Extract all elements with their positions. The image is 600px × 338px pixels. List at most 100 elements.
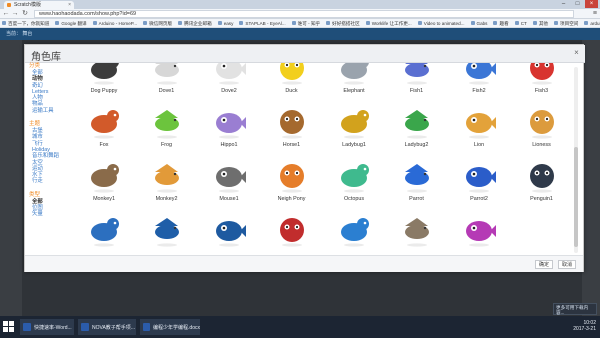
bookmark-item[interactable]: 百度一下，你就知道 bbox=[2, 19, 49, 27]
reload-icon[interactable]: ↻ bbox=[21, 10, 29, 18]
sprite-label: Ladybug1 bbox=[342, 142, 366, 148]
bookmark-icon bbox=[326, 21, 331, 25]
sprite-tile[interactable]: Mouse1 bbox=[198, 157, 260, 207]
sprite-tile[interactable]: Lion bbox=[448, 103, 510, 153]
sprite-thumbnail bbox=[150, 158, 184, 194]
sprite-tile[interactable]: Fish2 bbox=[448, 63, 510, 99]
sprite-tile[interactable]: Monkey1 bbox=[73, 157, 135, 207]
sprite-thumbnail bbox=[275, 63, 309, 86]
category-item[interactable]: 运输工具 bbox=[29, 108, 54, 114]
bookmark-item[interactable]: 其他 bbox=[532, 19, 548, 27]
sprite-thumbnail bbox=[337, 104, 371, 140]
window-close-icon[interactable]: × bbox=[585, 0, 598, 8]
bookmark-label: Arduino - HomeP... bbox=[98, 20, 138, 26]
bookmark-item[interactable]: Worklife 让工作更... bbox=[365, 19, 412, 27]
download-notification[interactable]: 更多可用下载内容... bbox=[553, 303, 597, 315]
sprite-tile[interactable]: Hippo1 bbox=[198, 103, 260, 153]
bookmark-item[interactable]: arduino bbox=[584, 19, 600, 27]
sprite-grid-scrollbar[interactable] bbox=[574, 67, 578, 253]
sprite-tile[interactable] bbox=[198, 211, 260, 255]
sprite-tile[interactable]: Neigh Pony bbox=[261, 157, 323, 207]
bookmark-item[interactable]: Video to animated... bbox=[417, 19, 465, 27]
sprite-tile[interactable]: Dog Puppy bbox=[73, 63, 135, 99]
sprite-thumbnail bbox=[462, 63, 496, 86]
browser-menu-icon[interactable]: ≡ bbox=[593, 10, 597, 18]
bookmark-label: 谁可 - 知乎 bbox=[297, 20, 321, 26]
bookmark-item[interactable]: Gabs bbox=[470, 19, 488, 27]
bookmark-label: 腾讯企业邮箱 bbox=[184, 20, 212, 26]
category-item[interactable]: 矢量 bbox=[29, 211, 43, 217]
sprite-tile[interactable]: Fish3 bbox=[511, 63, 573, 99]
sprite-thumbnail bbox=[337, 212, 371, 248]
bookmark-icon bbox=[514, 21, 519, 25]
sprite-tile[interactable]: Fox bbox=[73, 103, 135, 153]
sprite-tile[interactable]: Elephant bbox=[323, 63, 385, 99]
browser-tab[interactable]: Scratch模版 × bbox=[4, 1, 74, 9]
back-icon[interactable]: ← bbox=[2, 10, 10, 18]
tab-close-icon[interactable]: × bbox=[68, 1, 71, 9]
sprite-tile[interactable]: Horse1 bbox=[261, 103, 323, 153]
address-bar: ← → ↻ www.haohaodada.com/show.php?id=69 … bbox=[0, 9, 600, 19]
sprite-tile[interactable]: Fish1 bbox=[386, 63, 448, 99]
sprite-tile[interactable]: Lioness bbox=[511, 103, 573, 153]
sprite-tile[interactable]: Octopus bbox=[323, 157, 385, 207]
sprite-thumbnail bbox=[400, 63, 434, 86]
sprite-tile[interactable]: Duck bbox=[261, 63, 323, 99]
sprite-thumbnail bbox=[337, 158, 371, 194]
bookmark-item[interactable]: 谁可 - 知乎 bbox=[291, 19, 321, 27]
category-item[interactable]: 行走 bbox=[29, 178, 59, 184]
sprite-tile[interactable] bbox=[261, 211, 323, 255]
sprite-label: Fish1 bbox=[409, 88, 424, 94]
sprite-label: Octopus bbox=[343, 196, 365, 202]
maximize-icon[interactable]: □ bbox=[571, 0, 584, 8]
sprite-tile[interactable]: Dove1 bbox=[136, 63, 198, 99]
windows-start-icon[interactable] bbox=[3, 321, 15, 333]
bookmark-item[interactable]: Arduino - HomeP... bbox=[92, 19, 138, 27]
forward-icon[interactable]: → bbox=[11, 10, 19, 18]
bookmark-label: 趣看 bbox=[499, 20, 509, 26]
minimize-icon[interactable]: – bbox=[557, 0, 570, 8]
sprite-label: Hippo1 bbox=[220, 142, 238, 148]
page-header-text: 当前： 舞台 bbox=[6, 31, 33, 37]
ok-button[interactable]: 确定 bbox=[535, 260, 553, 269]
sprite-tile[interactable]: Monkey2 bbox=[136, 157, 198, 207]
bookmark-item[interactable]: 腾讯企业邮箱 bbox=[178, 19, 212, 27]
bookmark-item[interactable]: 微信网页版 bbox=[143, 19, 172, 27]
url-field[interactable]: www.haohaodada.com/show.php?id=69 bbox=[34, 10, 574, 18]
bookmark-item[interactable]: 项目空间 bbox=[554, 19, 578, 27]
sprite-tile[interactable]: Ladybug1 bbox=[323, 103, 385, 153]
sprite-tile[interactable]: Dove2 bbox=[198, 63, 260, 99]
sprite-thumbnail bbox=[212, 212, 246, 248]
bookmark-item[interactable]: 趣看 bbox=[493, 19, 509, 27]
sprite-tile[interactable]: Frog bbox=[136, 103, 198, 153]
bookmark-item[interactable]: Google 翻译 bbox=[55, 19, 87, 27]
system-tray[interactable]: 10:02 2017-3-21 bbox=[573, 320, 596, 332]
taskbar-item[interactable]: NOVA教子帮手项... bbox=[78, 319, 136, 335]
bookmark-item[interactable]: CT bbox=[514, 19, 527, 27]
clock-date: 2017-3-21 bbox=[573, 326, 596, 332]
bookmark-icon bbox=[178, 21, 183, 25]
sprite-tile[interactable] bbox=[136, 211, 198, 255]
sprite-tile[interactable]: Parrot bbox=[386, 157, 448, 207]
bookmark-item[interactable]: 好好搭搭社区 bbox=[326, 19, 360, 27]
sprite-label: Monkey1 bbox=[93, 196, 115, 202]
sprite-tile[interactable]: Penguin1 bbox=[511, 157, 573, 207]
sprite-tile[interactable]: Ladybug2 bbox=[386, 103, 448, 153]
sprite-tile[interactable] bbox=[386, 211, 448, 255]
dialog-close-icon[interactable]: × bbox=[572, 48, 581, 57]
taskbar-item[interactable]: 编程少年学编程.docx bbox=[140, 319, 200, 335]
sprite-tile[interactable] bbox=[448, 211, 510, 255]
scrollbar-thumb[interactable] bbox=[574, 147, 578, 247]
sprite-tile[interactable] bbox=[323, 211, 385, 255]
taskbar-item[interactable]: 快捷速率-Word... bbox=[20, 319, 74, 335]
bookmark-item[interactable]: STAPLAB - EyeAl... bbox=[239, 19, 286, 27]
sprite-tile[interactable]: Parrot2 bbox=[448, 157, 510, 207]
category-item[interactable]: 音乐和舞蹈 bbox=[29, 153, 59, 159]
sprite-thumbnail bbox=[87, 104, 121, 140]
bookmark-label: Gabs bbox=[476, 20, 488, 26]
sprite-label: Fox bbox=[99, 142, 109, 148]
sprite-tile[interactable] bbox=[73, 211, 135, 255]
word-document-icon bbox=[81, 323, 89, 331]
cancel-button[interactable]: 取消 bbox=[558, 260, 576, 269]
bookmark-item[interactable]: easy bbox=[217, 19, 233, 27]
